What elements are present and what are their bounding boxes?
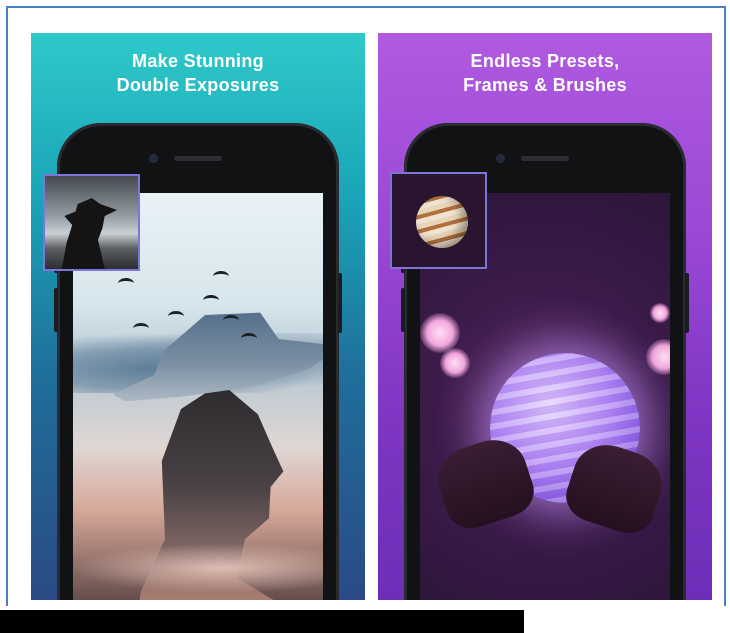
silhouette-with-hat-icon <box>61 198 117 269</box>
phone-volume-button <box>401 288 405 332</box>
bokeh-light <box>646 339 670 375</box>
headline-line-1: Make Stunning <box>132 51 264 71</box>
source-photo-thumbnail <box>390 172 487 269</box>
headline-line-2: Double Exposures <box>116 75 280 95</box>
promo-headline: Endless Presets, Frames & Brushes <box>378 49 712 97</box>
source-photo-thumbnail <box>43 174 140 271</box>
promo-card-presets: Endless Presets, Frames & Brushes <box>378 33 712 600</box>
bokeh-light <box>420 313 460 353</box>
sunset-glow <box>73 543 323 593</box>
phone-speaker <box>174 156 222 161</box>
phone-camera-icon <box>150 155 157 162</box>
phone-volume-button <box>54 288 58 332</box>
phone-power-button <box>685 273 689 333</box>
black-footer-bar <box>0 610 524 633</box>
bird-icon <box>241 333 257 344</box>
bird-icon <box>223 315 239 326</box>
phone-camera-icon <box>497 155 504 162</box>
phone-power-button <box>338 273 342 333</box>
promo-headline: Make Stunning Double Exposures <box>31 49 365 97</box>
jupiter-planet-icon <box>416 196 468 248</box>
promo-card-double-exposure: Make Stunning Double Exposures <box>31 33 365 600</box>
bird-icon <box>213 271 229 282</box>
bokeh-light <box>440 348 470 378</box>
headline-line-1: Endless Presets, <box>470 51 620 71</box>
bird-icon <box>203 295 219 306</box>
phone-speaker <box>521 156 569 161</box>
bird-icon <box>118 278 134 289</box>
headline-line-2: Frames & Brushes <box>463 75 627 95</box>
bird-icon <box>168 311 184 322</box>
bokeh-light <box>650 303 670 323</box>
bird-icon <box>133 323 149 334</box>
